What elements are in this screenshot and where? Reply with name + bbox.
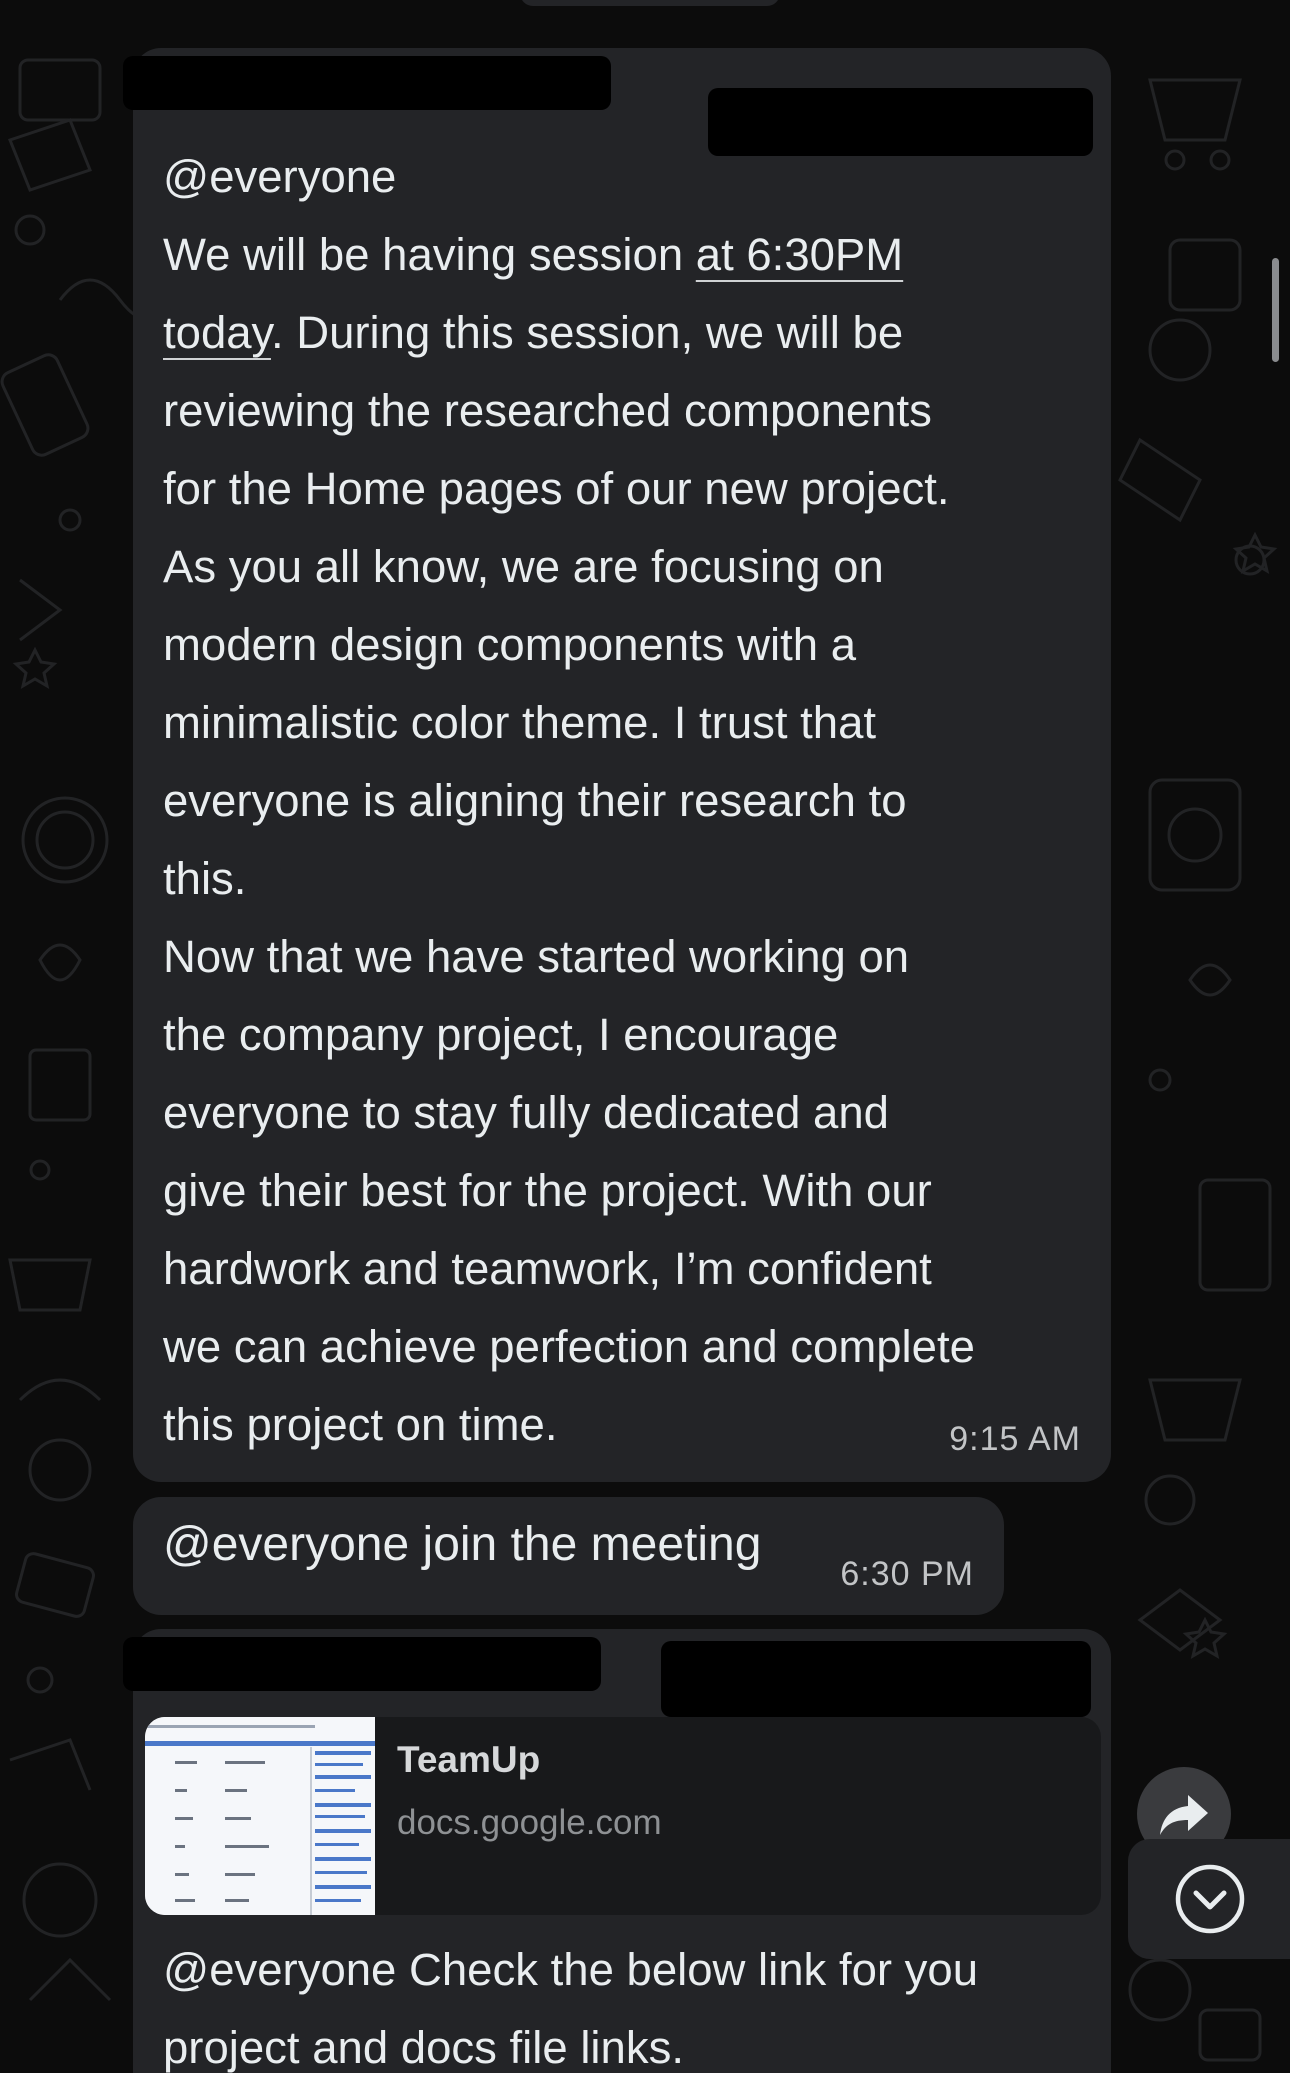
date-time-link[interactable]: at 6:30PM	[696, 229, 903, 280]
redacted-sender-name	[123, 56, 611, 110]
message-timestamp: 9:15 AM	[949, 1420, 1081, 1458]
link-title: TeamUp	[397, 1739, 541, 1780]
chevron-down-icon	[1175, 1864, 1245, 1934]
document-thumbnail-icon	[145, 1717, 375, 1915]
message-bubble[interactable]: TeamUp docs.google.com @everyone Check t…	[123, 1629, 1111, 2073]
link-domain: docs.google.com	[397, 1803, 662, 1842]
message-timestamp: 6:30 PM	[840, 1555, 974, 1593]
scrollbar[interactable]	[1272, 258, 1279, 362]
forward-arrow-icon	[1160, 1795, 1208, 1835]
message-line: We will be having session	[163, 229, 696, 280]
scroll-to-bottom-button[interactable]	[1128, 1839, 1290, 1959]
redacted-sender-name	[123, 1637, 601, 1691]
mention[interactable]: @everyone	[163, 151, 396, 202]
link-preview[interactable]: TeamUp docs.google.com	[145, 1717, 1101, 1915]
message-text: @everyone Check the below link for you p…	[163, 1944, 979, 2073]
message-line: . During this session, we will be	[270, 307, 904, 358]
previous-bubble-edge	[520, 0, 780, 6]
redacted-sender-number	[661, 1641, 1091, 1717]
message-bubble[interactable]: @everyone join the meeting 6:30 PM	[133, 1497, 1004, 1615]
chat-screen: @everyone We will be having session at 6…	[0, 0, 1290, 2073]
date-link[interactable]: today	[163, 307, 271, 358]
message-text: @everyone We will be having session at 6…	[163, 138, 1085, 1464]
message-text: @everyone join the meeting	[163, 1518, 762, 1571]
message-bubble[interactable]: @everyone We will be having session at 6…	[123, 48, 1111, 1482]
message-body: reviewing the researched components for …	[163, 385, 975, 1450]
